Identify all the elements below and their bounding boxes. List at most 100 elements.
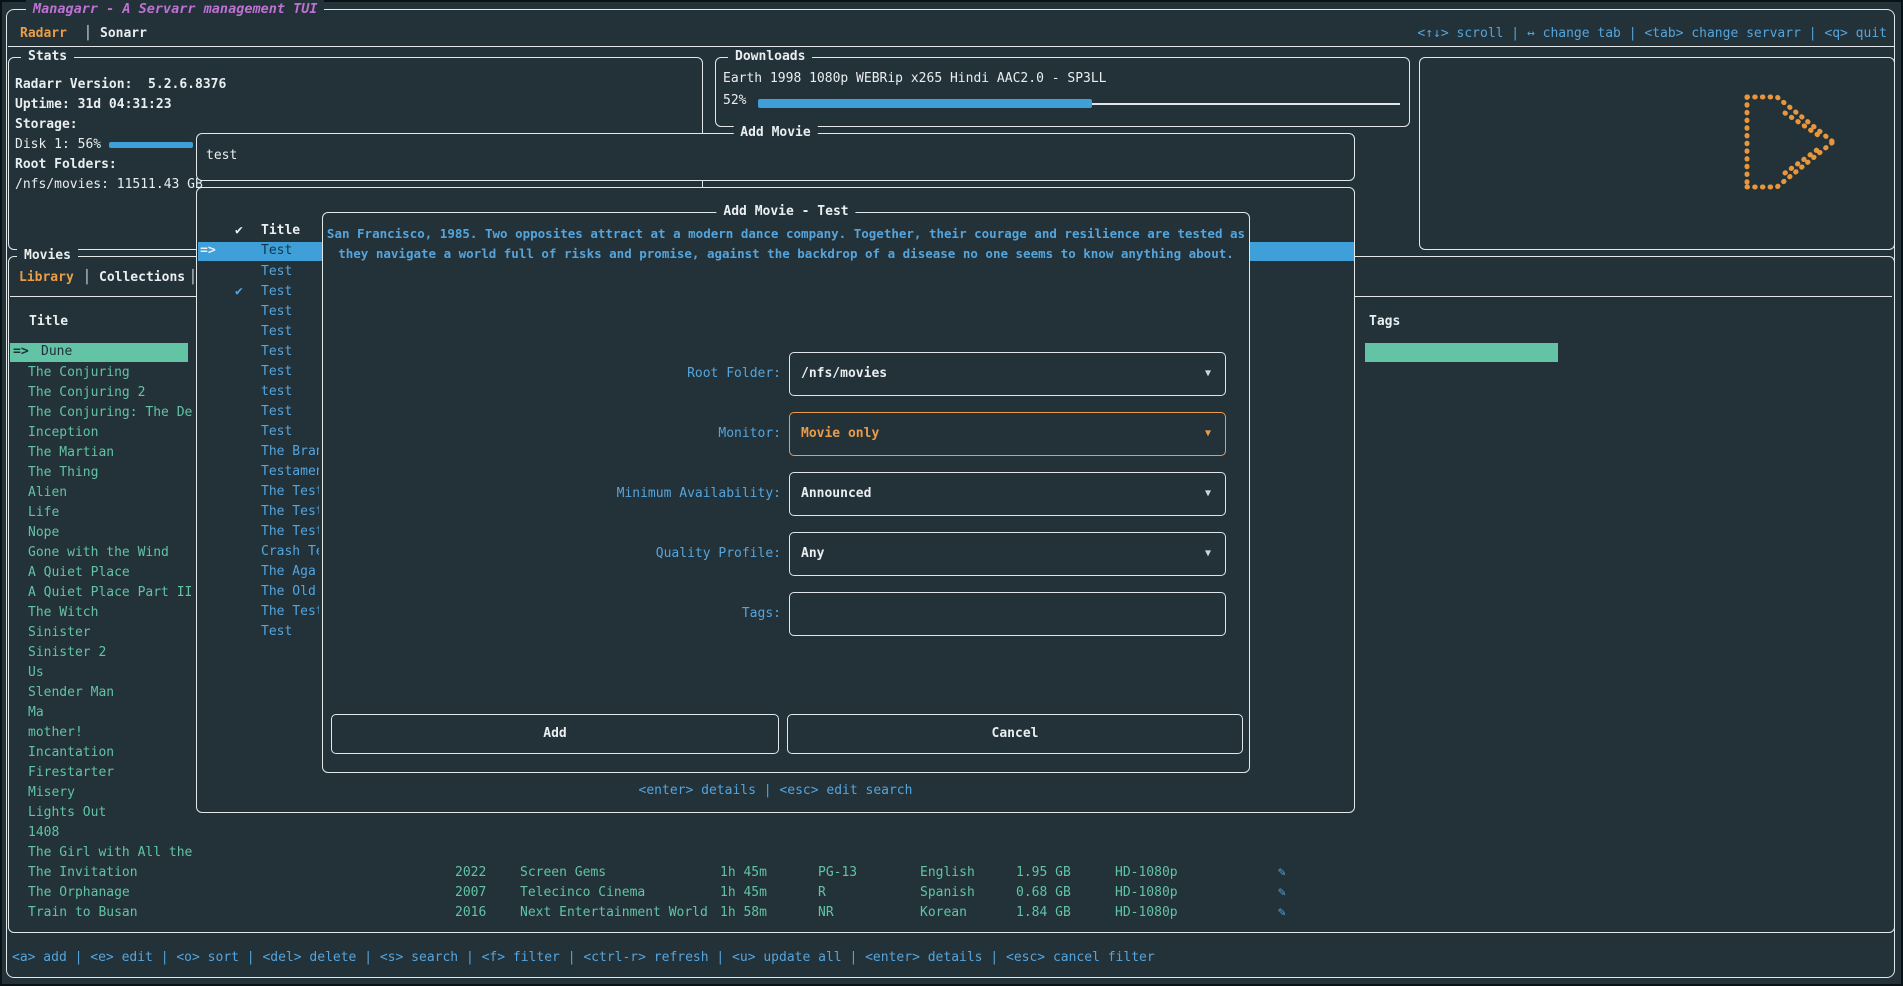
field-value: Movie only: [801, 413, 879, 454]
movie-cell-year: 2016: [455, 903, 486, 923]
tab-radarr[interactable]: Radarr: [20, 24, 67, 44]
result-title[interactable]: Testamen: [261, 462, 319, 482]
movie-title[interactable]: The Conjuring 2: [28, 383, 194, 403]
disk-usage-gauge: [109, 142, 193, 148]
pencil-icon[interactable]: ✎: [1278, 903, 1286, 923]
field-label: Monitor:: [343, 424, 781, 444]
movie-title[interactable]: Train to Busan: [28, 903, 194, 923]
movie-title[interactable]: Sinister 2: [28, 643, 194, 663]
downloads-panel-title: Downloads: [728, 47, 812, 67]
field-select[interactable]: /nfs/movies▼: [789, 352, 1226, 396]
stats-panel-title: Stats: [21, 47, 74, 67]
add-movie-search-input[interactable]: test: [206, 146, 237, 166]
result-title[interactable]: Test: [261, 362, 319, 382]
movie-cell-studio: Telecinco Cinema: [520, 883, 645, 903]
field-select[interactable]: Announced▼: [789, 472, 1226, 516]
add-button[interactable]: Add: [331, 714, 779, 754]
movie-cell-studio: Screen Gems: [520, 863, 606, 883]
result-title[interactable]: The Test: [261, 482, 319, 502]
movie-title[interactable]: The Witch: [28, 603, 194, 623]
result-title[interactable]: The Bran: [261, 442, 319, 462]
movie-title[interactable]: The Orphanage: [28, 883, 194, 903]
movie-cell-rating: NR: [818, 903, 834, 923]
movie-cell-quality: HD-1080p: [1115, 863, 1178, 883]
checkmark-icon: ✔: [235, 282, 243, 302]
result-title[interactable]: Test: [261, 241, 319, 261]
chevron-down-icon: ▼: [1205, 353, 1211, 394]
movie-title[interactable]: A Quiet Place Part II: [28, 583, 194, 603]
movie-cell-rating: PG-13: [818, 863, 857, 883]
result-title[interactable]: The Old: [261, 582, 319, 602]
selected-movie-row-bg[interactable]: [10, 343, 188, 362]
movie-title[interactable]: 1408: [28, 823, 194, 843]
movie-title[interactable]: mother!: [28, 723, 194, 743]
movie-title[interactable]: Nope: [28, 523, 194, 543]
result-title[interactable]: Test: [261, 342, 319, 362]
selection-marker: =>: [200, 241, 216, 261]
chevron-down-icon: ▼: [1205, 533, 1211, 574]
field-input[interactable]: [789, 592, 1226, 636]
movie-title[interactable]: The Thing: [28, 463, 194, 483]
movie-title[interactable]: Us: [28, 663, 194, 683]
movie-title[interactable]: Gone with the Wind: [28, 543, 194, 563]
movie-title[interactable]: Lights Out: [28, 803, 194, 823]
field-label: Quality Profile:: [343, 544, 781, 564]
movie-cell-rating: R: [818, 883, 826, 903]
movie-title[interactable]: The Conjuring: The De: [28, 403, 194, 423]
tab-sonarr[interactable]: Sonarr: [100, 24, 147, 44]
movie-title[interactable]: Sinister: [28, 623, 194, 643]
movie-title[interactable]: The Invitation: [28, 863, 194, 883]
stats-uptime: Uptime: 31d 04:31:23: [15, 95, 172, 115]
movie-title[interactable]: The Conjuring: [28, 363, 194, 383]
movie-title[interactable]: Dune: [41, 342, 72, 362]
movie-title[interactable]: The Martian: [28, 443, 194, 463]
movie-title[interactable]: Ma: [28, 703, 194, 723]
movie-cell-year: 2022: [455, 863, 486, 883]
movie-title[interactable]: Alien: [28, 483, 194, 503]
result-title[interactable]: Crash Te: [261, 542, 319, 562]
movie-title[interactable]: A Quiet Place: [28, 563, 194, 583]
movie-title[interactable]: Misery: [28, 783, 194, 803]
logo-panel: [1419, 57, 1895, 250]
movie-description-line1: San Francisco, 1985. Two opposites attra…: [323, 224, 1249, 244]
cancel-button[interactable]: Cancel: [787, 714, 1243, 754]
movie-title[interactable]: Slender Man: [28, 683, 194, 703]
result-title[interactable]: The Test: [261, 522, 319, 542]
result-title[interactable]: Test: [261, 322, 319, 342]
stats-disk-label: Disk 1: 56%: [15, 135, 101, 155]
movie-cell-runtime: 1h 58m: [720, 903, 767, 923]
result-title[interactable]: The Aga: [261, 562, 319, 582]
tab-collections[interactable]: Collections: [99, 268, 185, 288]
field-label: Root Folder:: [343, 364, 781, 384]
movie-title[interactable]: Firestarter: [28, 763, 194, 783]
movie-description-line2: they navigate a world full of risks and …: [323, 244, 1249, 264]
stats-version: Radarr Version: 5.2.6.8376: [15, 75, 226, 95]
result-title[interactable]: Test: [261, 282, 319, 302]
result-title[interactable]: Test: [261, 262, 319, 282]
pencil-icon[interactable]: ✎: [1278, 863, 1286, 883]
movie-cell-size: 0.68 GB: [1016, 883, 1071, 903]
movie-cell-runtime: 1h 45m: [720, 863, 767, 883]
result-title[interactable]: Test: [261, 402, 319, 422]
field-select[interactable]: Movie only▼: [789, 412, 1226, 456]
result-title[interactable]: Test: [261, 422, 319, 442]
movie-title[interactable]: Incantation: [28, 743, 194, 763]
field-select[interactable]: Any▼: [789, 532, 1226, 576]
stats-storage-label: Storage:: [15, 115, 78, 135]
movie-title[interactable]: Inception: [28, 423, 194, 443]
result-title[interactable]: The Test: [261, 602, 319, 622]
download-item: Earth 1998 1080p WEBRip x265 Hindi AAC2.…: [723, 69, 1107, 89]
pencil-icon[interactable]: ✎: [1278, 883, 1286, 903]
result-title[interactable]: Test: [261, 302, 319, 322]
movie-cell-year: 2007: [455, 883, 486, 903]
tab-library[interactable]: Library: [19, 268, 74, 288]
movie-title[interactable]: Life: [28, 503, 194, 523]
chevron-down-icon: ▼: [1205, 473, 1211, 514]
movie-title[interactable]: The Girl with All the: [28, 843, 194, 863]
result-title[interactable]: test: [261, 382, 319, 402]
tab-separator: │: [84, 24, 92, 44]
result-title[interactable]: The Test: [261, 502, 319, 522]
movies-header-title: Title: [29, 312, 68, 332]
result-title[interactable]: Test: [261, 622, 319, 642]
app-title: Managarr - A Servarr management TUI: [26, 0, 324, 19]
